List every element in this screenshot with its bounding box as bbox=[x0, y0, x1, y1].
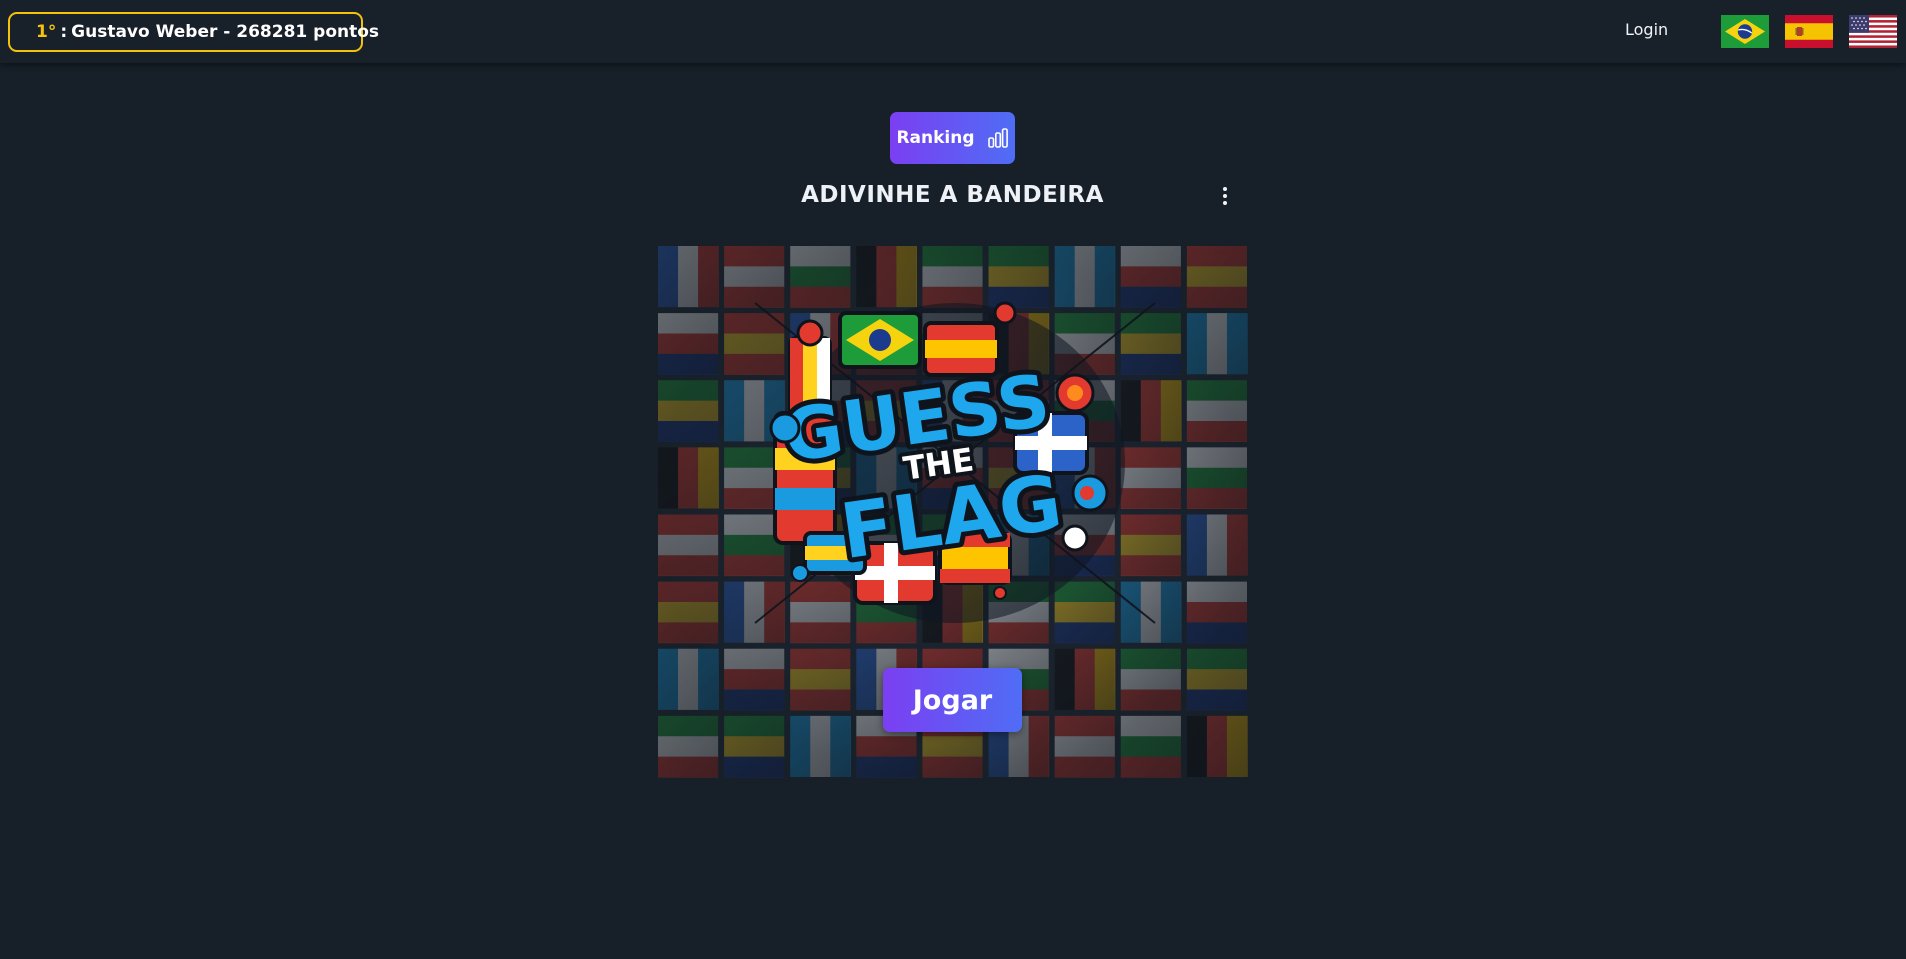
more-options-icon[interactable] bbox=[1215, 184, 1235, 208]
leader-name-score: Gustavo Weber - 268281 pontos bbox=[71, 22, 380, 42]
bar-chart-icon bbox=[987, 128, 1008, 148]
flag-brazil-icon[interactable] bbox=[1721, 15, 1769, 48]
page-title: ADIVINHE A BANDEIRA bbox=[801, 182, 1104, 208]
play-button[interactable]: Jogar bbox=[883, 668, 1022, 732]
flag-usa-icon[interactable] bbox=[1849, 15, 1897, 48]
ranking-button[interactable]: Ranking bbox=[890, 112, 1015, 164]
top-bar: 1° : Gustavo Weber - 268281 pontos Login bbox=[0, 0, 1906, 63]
leader-rank: 1° bbox=[36, 22, 57, 42]
leader-separator: : bbox=[60, 22, 68, 42]
flag-spain-icon[interactable] bbox=[1785, 15, 1833, 48]
ranking-label: Ranking bbox=[896, 128, 975, 148]
login-link[interactable]: Login bbox=[1625, 20, 1668, 39]
leaderboard-top-badge[interactable]: 1° : Gustavo Weber - 268281 pontos bbox=[8, 12, 379, 52]
